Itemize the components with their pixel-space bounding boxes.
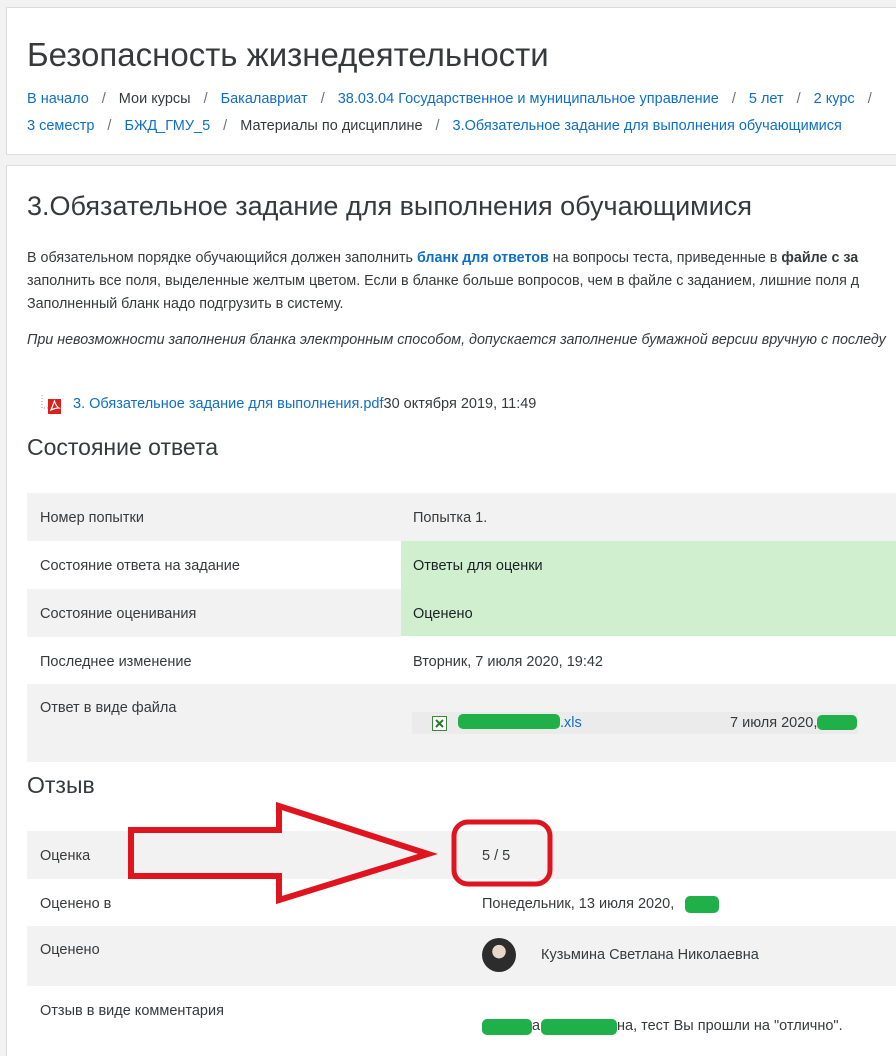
assignment-card: 3.Обязательное задание для выполнения об… [6,165,896,1056]
breadcrumb-materials: Материалы по дисциплине [240,118,423,134]
redaction [482,1019,532,1035]
breadcrumb-program[interactable]: 38.03.04 Государственное и муниципальное… [338,91,719,107]
breadcrumb-separator: / [320,91,325,107]
intro-italic-note: При невозможности заполнения бланка элек… [27,332,886,348]
breadcrumb-semester[interactable]: 3 семестр [27,118,94,134]
row-label: Оценено в [40,896,112,912]
row-value: Оценено [413,606,473,622]
table-row: Оценено в Понедельник, 13 июля 2020, [27,879,896,926]
redaction [541,1019,617,1035]
intro-text: на вопросы теста, приведенные в [548,250,782,266]
table-row: Оценка 5 / 5 [27,831,896,879]
pdf-icon [41,395,61,414]
table-row: Отзыв в виде комментария а на, тест Вы п… [27,986,896,1056]
site-title: Безопасность жизнедеятельности [27,36,549,73]
row-label: Ответ в виде файла [40,700,177,716]
redaction [817,715,857,730]
assignment-intro: В обязательном порядке обучающийся долже… [27,247,896,316]
breadcrumb-separator: / [101,91,106,107]
table-row: Последнее изменение Вторник, 7 июля 2020… [27,637,896,684]
table-row: Ответ в виде файла .xls 7 июля 2020, [27,684,896,762]
breadcrumb-home[interactable]: В начало [27,91,89,107]
intro-text: Заполненный бланк надо подгрузить в сист… [27,296,344,312]
redaction [685,896,719,913]
breadcrumb: В начало / Мои курсы / Бакалавриат / 38.03.04 … [27,86,887,140]
avatar[interactable] [482,938,516,972]
breadcrumb-separator: / [867,91,872,107]
breadcrumb-years[interactable]: 5 лет [749,91,784,107]
answer-form-link[interactable]: бланк для ответов [417,250,549,266]
grader-name[interactable]: Кузьмина Светлана Николаевна [541,947,759,963]
submission-status-heading: Состояние ответа [27,434,219,460]
row-value: Ответы для оценки [413,558,543,574]
breadcrumb-course[interactable]: 2 курс [814,91,855,107]
breadcrumb-separator: / [203,91,208,107]
attachment-date: 30 октября 2019, 11:49 [383,396,537,412]
submitted-file[interactable]: .xls 7 июля 2020, [412,712,858,734]
file-name-extension[interactable]: .xls [560,715,582,731]
page-header: Безопасность жизнедеятельности В начало /… [6,7,896,155]
breadcrumb-separator: / [435,118,440,134]
attachment: 3. Обязательное задание для выполнения.p… [41,394,536,414]
row-label: Состояние ответа на задание [40,558,240,574]
intro-text: В обязательном порядке обучающийся долже… [27,250,417,266]
grade-value: 5 / 5 [482,848,511,864]
breadcrumb-course-code[interactable]: БЖД_ГМУ_5 [124,118,210,134]
intro-text: заполнить все поля, выделенные желтым цв… [27,273,860,289]
breadcrumb-separator: / [223,118,228,134]
row-label: Отзыв в виде комментария [40,1003,224,1019]
redaction [458,714,560,729]
file-date: 7 июля 2020, [730,715,818,731]
table-row: Номер попытки Попытка 1. [27,493,896,541]
intro-bold-text: файле с за [781,250,859,266]
comment-text: а [532,1018,541,1034]
row-value: Вторник, 7 июля 2020, 19:42 [413,654,603,670]
assignment-title: 3.Обязательное задание для выполнения об… [27,191,752,221]
table-row: Состояние ответа на задание Ответы для о… [27,541,896,636]
feedback-heading: Отзыв [27,772,95,798]
row-label: Состояние оценивания [40,606,197,622]
row-label: Номер попытки [40,510,144,526]
breadcrumb-separator: / [731,91,736,107]
row-value: Понедельник, 13 июля 2020, [482,896,675,912]
row-label: Оценка [40,848,91,864]
attachment-link[interactable]: 3. Обязательное задание для выполнения.p… [73,396,384,412]
row-label: Последнее изменение [40,654,192,670]
row-value: Попытка 1. [413,510,488,526]
breadcrumb-assignment[interactable]: 3.Обязательное задание для выполнения об… [453,118,842,134]
breadcrumb-separator: / [107,118,112,134]
breadcrumb-bachelor[interactable]: Бакалавриат [221,91,308,107]
table-row: Оценено Кузьмина Светлана Николаевна [27,926,896,986]
excel-icon [432,716,447,731]
row-label: Оценено [40,942,100,958]
comment-text: на, тест Вы прошли на "отлично". [617,1018,843,1034]
table-row: Состояние оценивания Оценено [27,589,896,637]
breadcrumb-separator: / [796,91,801,107]
breadcrumb-my-courses: Мои курсы [118,91,191,107]
